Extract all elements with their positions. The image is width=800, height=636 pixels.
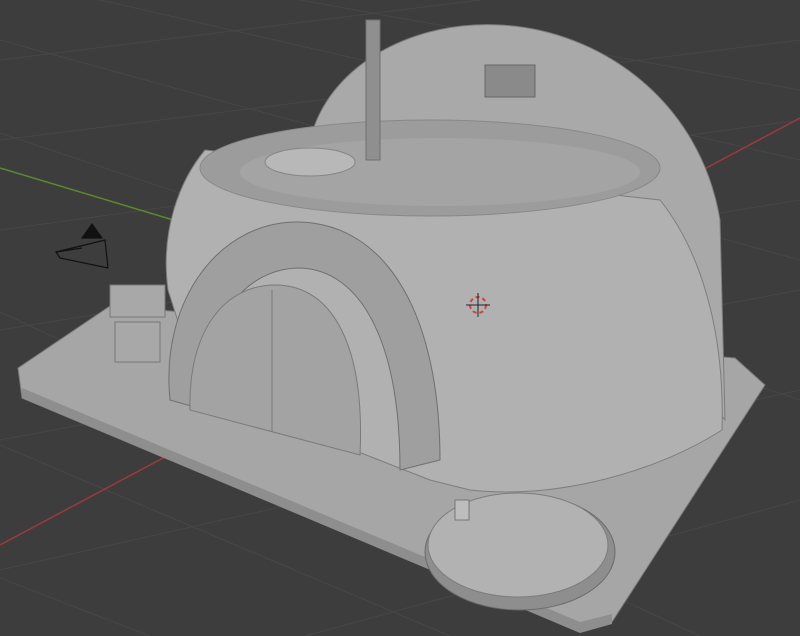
hatch-handle <box>454 499 470 521</box>
crates <box>109 284 166 363</box>
camera-object-icon[interactable] <box>55 222 109 269</box>
3d-viewport[interactable] <box>0 0 800 636</box>
top-hatch <box>264 147 356 177</box>
viewport-canvas[interactable] <box>0 0 800 636</box>
wall-panel <box>484 64 536 98</box>
antenna-mast <box>365 19 381 161</box>
y-axis-line <box>0 167 181 223</box>
